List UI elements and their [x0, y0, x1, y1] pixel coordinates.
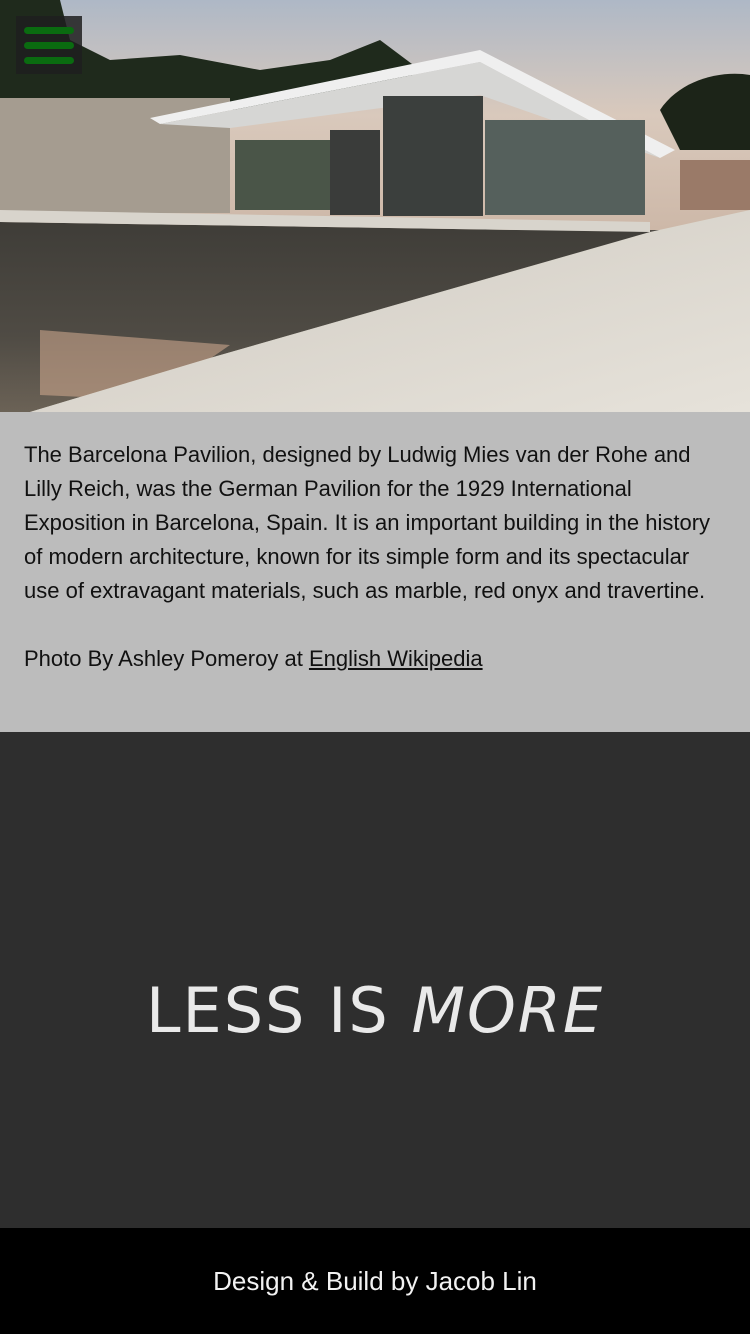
tagline-part1: LESS IS [145, 973, 412, 1047]
credit-prefix: Photo By Ashley Pomeroy at [24, 646, 309, 671]
hero-photo [0, 0, 750, 412]
tagline: LESS IS MORE [146, 974, 604, 1047]
hamburger-menu-icon-middle [24, 41, 74, 49]
tagline-part2: MORE [411, 973, 605, 1047]
hamburger-menu-icon [24, 26, 74, 34]
pavilion-illustration [0, 0, 750, 412]
photo-credit: Photo By Ashley Pomeroy at English Wikip… [24, 642, 726, 676]
footer: Design & Build by Jacob Lin [0, 1228, 750, 1334]
photo-caption: The Barcelona Pavilion, designed by Ludw… [0, 412, 750, 732]
pavilion-description: The Barcelona Pavilion, designed by Ludw… [24, 442, 711, 603]
menu-button[interactable] [16, 16, 82, 74]
hamburger-menu-icon-bottom [24, 56, 74, 64]
footer-credit: Design & Build by Jacob Lin [213, 1265, 537, 1296]
wikipedia-link[interactable]: English Wikipedia [309, 646, 483, 671]
quote-section: LESS IS MORE [0, 732, 750, 1228]
